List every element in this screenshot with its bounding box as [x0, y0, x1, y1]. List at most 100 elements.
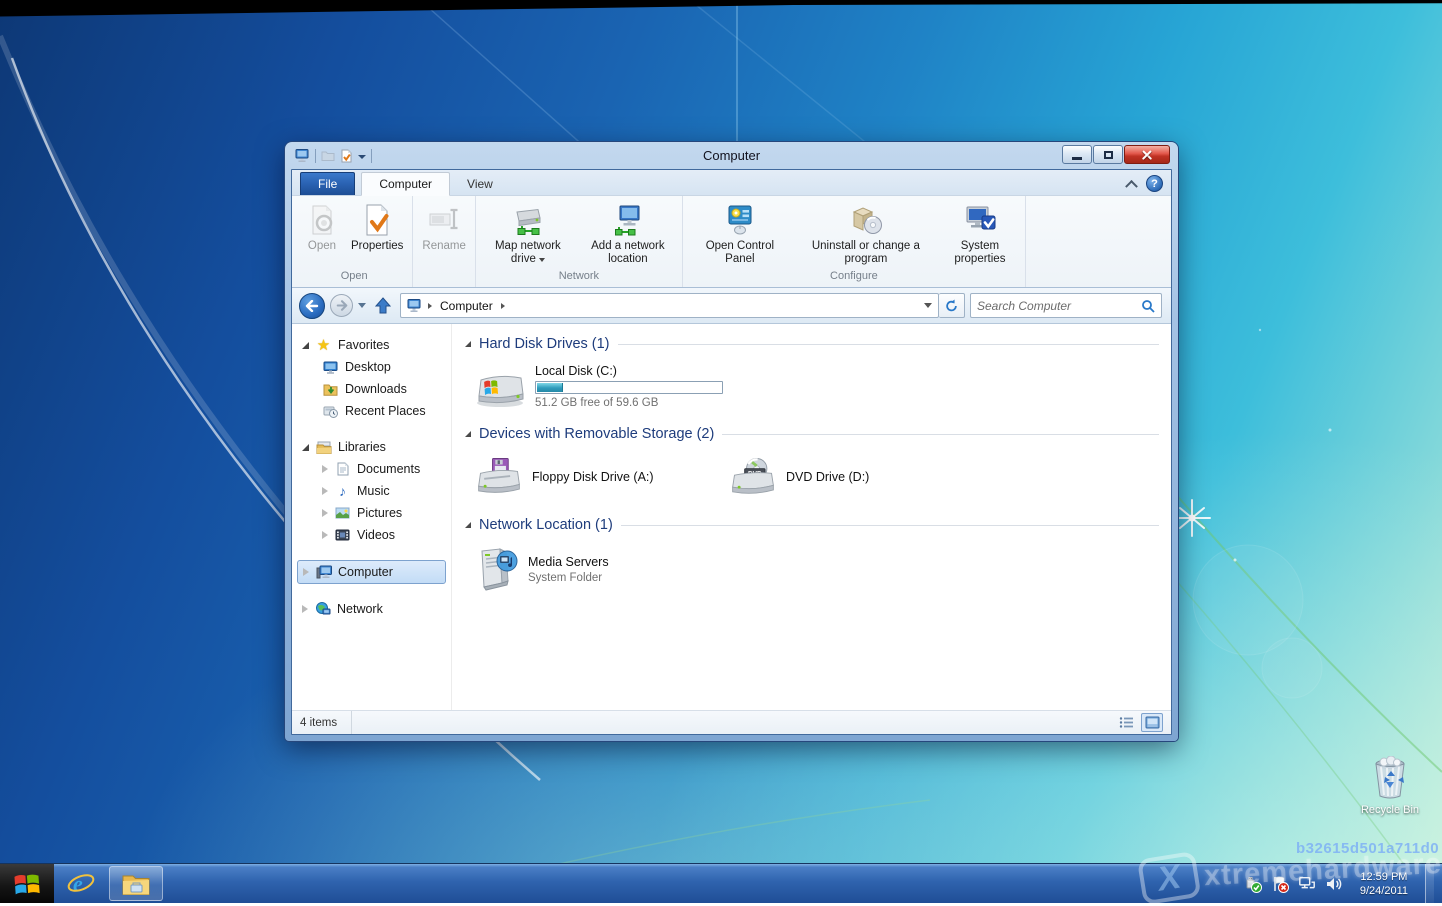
- tab-file[interactable]: File: [300, 172, 355, 195]
- status-bar: 4 items: [292, 710, 1171, 734]
- sidebar-item-pictures[interactable]: Pictures: [292, 502, 451, 524]
- favorites-icon: ★: [315, 338, 332, 353]
- expander-closed-icon[interactable]: [322, 465, 328, 473]
- sidebar-item-network[interactable]: Network: [292, 598, 451, 620]
- computer-icon: [315, 565, 332, 580]
- sidebar-item-favorites[interactable]: ★ Favorites: [292, 334, 451, 356]
- add-network-location-button[interactable]: Add a network location: [578, 200, 678, 267]
- expander-closed-icon[interactable]: [322, 487, 328, 495]
- local-disk-item[interactable]: Local Disk (C:) 51.2 GB free of 59.6 GB: [471, 361, 741, 412]
- desktop-icon: [322, 360, 339, 375]
- back-button[interactable]: [299, 293, 325, 319]
- ribbon-group-rename: Rename: [413, 196, 475, 287]
- properties-button[interactable]: Properties: [346, 200, 408, 254]
- search-input[interactable]: [977, 299, 1141, 313]
- media-server-icon: [474, 547, 520, 591]
- section-collapse-icon[interactable]: [465, 341, 471, 347]
- item-count: 4 items: [300, 711, 352, 734]
- details-view-button[interactable]: [1115, 713, 1137, 732]
- taskbar-internet-explorer[interactable]: e: [54, 864, 108, 903]
- up-button[interactable]: [371, 294, 395, 318]
- minimize-button[interactable]: [1062, 145, 1092, 164]
- thumbnails-view-button[interactable]: [1141, 713, 1163, 732]
- recycle-bin[interactable]: Recycle Bin: [1352, 756, 1428, 816]
- dropdown-arrow-icon: [539, 258, 545, 262]
- sidebar-item-music[interactable]: ♪ Music: [292, 480, 451, 502]
- floppy-drive-icon: [474, 456, 524, 498]
- forward-button[interactable]: [330, 294, 353, 317]
- floppy-drive-item[interactable]: Floppy Disk Drive (A:): [471, 453, 725, 501]
- breadcrumb-computer-icon: [407, 299, 422, 312]
- drive-name: Local Disk (C:): [535, 364, 723, 378]
- titlebar[interactable]: Computer: [291, 142, 1172, 169]
- ribbon-group-network: Map network drive Add a network location…: [476, 196, 683, 287]
- section-hard-disk-drives: Hard Disk Drives (1): [465, 330, 1159, 357]
- tab-view[interactable]: View: [450, 173, 510, 195]
- rename-button[interactable]: Rename: [417, 200, 470, 254]
- caption-buttons: [1062, 145, 1170, 164]
- system-properties-button[interactable]: System properties: [939, 200, 1021, 267]
- expander-open-icon[interactable]: [302, 444, 309, 451]
- address-dropdown-icon[interactable]: [924, 303, 932, 308]
- close-button[interactable]: [1124, 145, 1170, 164]
- properties-icon: [360, 203, 394, 237]
- open-icon: [305, 203, 339, 237]
- breadcrumb-arrow-icon[interactable]: [428, 303, 432, 309]
- media-servers-item[interactable]: Media Servers System Folder: [471, 544, 725, 594]
- sidebar-item-videos[interactable]: Videos: [292, 524, 451, 546]
- recent-pages-dropdown-icon[interactable]: [358, 303, 366, 308]
- address-bar[interactable]: Computer: [400, 293, 939, 318]
- taskbar-clock[interactable]: 12:59 PM 9/24/2011: [1352, 870, 1416, 898]
- recent-places-icon: [322, 404, 339, 419]
- add-network-location-icon: [611, 203, 645, 237]
- ribbon-group-label: Configure: [687, 270, 1021, 287]
- expander-closed-icon[interactable]: [322, 509, 328, 517]
- usb-device-tray-icon[interactable]: [1244, 875, 1262, 893]
- sidebar-item-libraries[interactable]: Libraries: [292, 436, 451, 458]
- section-network-location: Network Location (1): [465, 511, 1159, 538]
- navigation-bar: Computer: [292, 288, 1171, 324]
- refresh-button[interactable]: [939, 293, 965, 318]
- section-removable-storage: Devices with Removable Storage (2): [465, 420, 1159, 447]
- sidebar-item-recent-places[interactable]: Recent Places: [292, 400, 451, 422]
- show-desktop-button[interactable]: [1425, 864, 1434, 904]
- hard-drive-icon: [474, 365, 528, 409]
- section-collapse-icon[interactable]: [465, 522, 471, 528]
- tab-computer[interactable]: Computer: [361, 172, 450, 196]
- open-control-panel-button[interactable]: Open Control Panel: [687, 200, 793, 267]
- sidebar-item-documents[interactable]: Documents: [292, 458, 451, 480]
- minimize-ribbon-icon[interactable]: [1125, 180, 1138, 193]
- rename-icon: [427, 203, 461, 237]
- control-panel-icon: [723, 203, 757, 237]
- search-icon[interactable]: [1141, 299, 1155, 313]
- expander-open-icon[interactable]: [302, 342, 309, 349]
- sidebar-item-downloads[interactable]: Downloads: [292, 378, 451, 400]
- section-collapse-icon[interactable]: [465, 431, 471, 437]
- breadcrumb-arrow-icon-2[interactable]: [501, 303, 505, 309]
- volume-tray-icon[interactable]: [1325, 875, 1343, 893]
- search-box[interactable]: [970, 293, 1162, 318]
- sidebar-item-computer[interactable]: Computer: [297, 560, 446, 584]
- network-tray-icon[interactable]: [1298, 875, 1316, 893]
- open-button[interactable]: Open: [300, 200, 344, 254]
- uninstall-program-icon: [849, 203, 883, 237]
- svg-text:e: e: [73, 871, 83, 896]
- breadcrumb-computer[interactable]: Computer: [438, 297, 495, 315]
- expander-closed-icon[interactable]: [302, 605, 308, 613]
- navigation-pane: ★ Favorites Desktop Downloads Recent Pla…: [292, 324, 452, 710]
- map-network-drive-icon: [511, 203, 545, 237]
- sidebar-item-desktop[interactable]: Desktop: [292, 356, 451, 378]
- help-icon[interactable]: ?: [1146, 175, 1163, 192]
- pictures-icon: [334, 506, 351, 521]
- maximize-button[interactable]: [1093, 145, 1123, 164]
- map-network-drive-button[interactable]: Map network drive: [480, 200, 576, 267]
- action-center-tray-icon[interactable]: [1271, 875, 1289, 893]
- dvd-drive-name: DVD Drive (D:): [786, 470, 869, 484]
- expander-closed-icon[interactable]: [322, 531, 328, 539]
- dvd-drive-item[interactable]: DVD DVD Drive (D:): [725, 453, 979, 501]
- libraries-icon: [315, 440, 332, 455]
- start-button[interactable]: [0, 864, 54, 903]
- expander-closed-icon[interactable]: [303, 568, 309, 576]
- uninstall-program-button[interactable]: Uninstall or change a program: [795, 200, 937, 267]
- taskbar-file-explorer[interactable]: [109, 866, 163, 901]
